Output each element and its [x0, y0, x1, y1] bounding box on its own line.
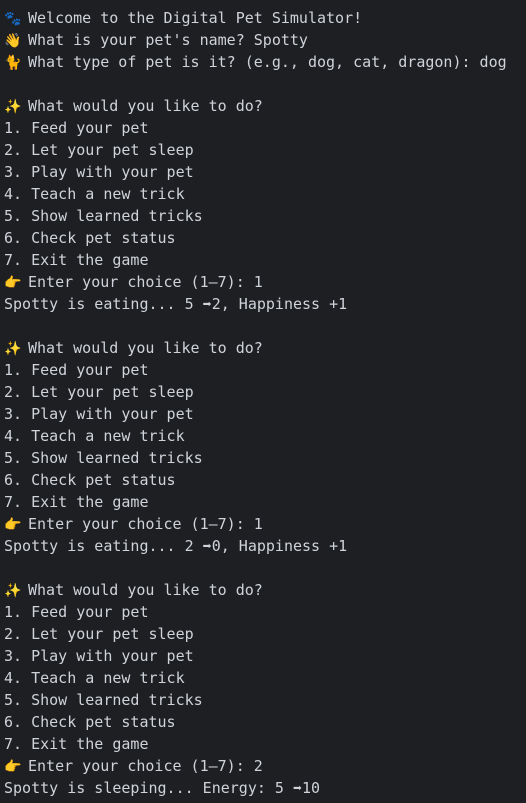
sparkles-icon: ✨	[4, 99, 22, 115]
terminal-line-text: Spotty is eating... 2 ➡0, Happiness +1	[4, 537, 348, 555]
terminal-line: 7. Exit the game	[0, 733, 526, 755]
terminal-line-text: 4. Teach a new trick	[4, 427, 185, 445]
terminal-line: 5. Show learned tricks	[0, 689, 526, 711]
terminal-line: ✨ What would you like to do?	[0, 95, 526, 117]
terminal-line: 4. Teach a new trick	[0, 183, 526, 205]
terminal-line-text: Enter your choice (1–7): 2	[28, 757, 263, 775]
terminal-line-text: 7. Exit the game	[4, 735, 149, 753]
terminal-line-text: 4. Teach a new trick	[4, 669, 185, 687]
terminal-line-text: 3. Play with your pet	[4, 405, 194, 423]
terminal-line: 👉 Enter your choice (1–7): 1	[0, 271, 526, 293]
terminal-line-text: 2. Let your pet sleep	[4, 383, 194, 401]
terminal-line: 2. Let your pet sleep	[0, 139, 526, 161]
terminal-line-text: What would you like to do?	[28, 97, 263, 115]
pointing-hand-icon: 👉	[4, 517, 22, 533]
terminal-line: 3. Play with your pet	[0, 403, 526, 425]
terminal-line-text: 3. Play with your pet	[4, 163, 194, 181]
terminal-line: 1. Feed your pet	[0, 601, 526, 623]
sparkles-icon: ✨	[4, 583, 22, 599]
terminal-line: 6. Check pet status	[0, 469, 526, 491]
terminal-line: 5. Show learned tricks	[0, 447, 526, 469]
terminal-line-text: What would you like to do?	[28, 581, 263, 599]
terminal-line: Spotty is sleeping... Energy: 5 ➡10	[0, 777, 526, 799]
terminal-line-text: 5. Show learned tricks	[4, 691, 203, 709]
terminal-line-text: What is your pet's name? Spotty	[28, 31, 308, 49]
terminal-line-text: 5. Show learned tricks	[4, 449, 203, 467]
terminal-line-text: 4. Teach a new trick	[4, 185, 185, 203]
waving-hand-icon: 👋	[4, 33, 22, 49]
terminal-line: 7. Exit the game	[0, 249, 526, 271]
pointing-hand-icon: 👉	[4, 759, 22, 775]
terminal-line: ✨ What would you like to do?	[0, 579, 526, 601]
terminal-line: 4. Teach a new trick	[0, 667, 526, 689]
terminal-line-text: 6. Check pet status	[4, 471, 176, 489]
terminal-line-text: Enter your choice (1–7): 1	[28, 273, 263, 291]
terminal-line: 3. Play with your pet	[0, 161, 526, 183]
terminal-line-text: 5. Show learned tricks	[4, 207, 203, 225]
terminal-line: 2. Let your pet sleep	[0, 381, 526, 403]
terminal-line-text: Enter your choice (1–7): 1	[28, 515, 263, 533]
terminal-line: 1. Feed your pet	[0, 117, 526, 139]
terminal-line-text: 6. Check pet status	[4, 229, 176, 247]
terminal-line: Spotty is eating... 2 ➡0, Happiness +1	[0, 535, 526, 557]
terminal-line: 7. Exit the game	[0, 491, 526, 513]
terminal-line-text: 1. Feed your pet	[4, 119, 149, 137]
terminal-line: 🐾 Welcome to the Digital Pet Simulator!	[0, 7, 526, 29]
terminal-line-text: Spotty is sleeping... Energy: 5 ➡10	[4, 779, 321, 797]
paw-icon: 🐾	[4, 11, 22, 27]
cat-icon: 🐈	[4, 55, 22, 71]
terminal-line: ✨ What would you like to do?	[0, 337, 526, 359]
terminal-line: 🐈 What type of pet is it? (e.g., dog, cat…	[0, 51, 526, 73]
terminal-line-text: 7. Exit the game	[4, 493, 149, 511]
terminal-line: 6. Check pet status	[0, 227, 526, 249]
pointing-hand-icon: 👉	[4, 275, 22, 291]
terminal-line: 4. Teach a new trick	[0, 425, 526, 447]
terminal-line: 2. Let your pet sleep	[0, 623, 526, 645]
terminal-line: 1. Feed your pet	[0, 359, 526, 381]
terminal-line-text: 2. Let your pet sleep	[4, 141, 194, 159]
sparkles-icon: ✨	[4, 341, 22, 357]
terminal-line-text: Spotty is eating... 5 ➡2, Happiness +1	[4, 295, 348, 313]
terminal-line: 3. Play with your pet	[0, 645, 526, 667]
terminal-line-text: Welcome to the Digital Pet Simulator!	[28, 9, 363, 27]
terminal-line-text: What type of pet is it? (e.g., dog, cat,…	[28, 53, 507, 71]
terminal-output[interactable]: 🐾 Welcome to the Digital Pet Simulator! 👋 W…	[0, 0, 526, 803]
terminal-line-text: 3. Play with your pet	[4, 647, 194, 665]
terminal-line-text: 1. Feed your pet	[4, 361, 149, 379]
terminal-line: 👉 Enter your choice (1–7): 1	[0, 513, 526, 535]
terminal-line: 👋 What is your pet's name? Spotty	[0, 29, 526, 51]
terminal-line: 5. Show learned tricks	[0, 205, 526, 227]
terminal-line: Spotty is eating... 5 ➡2, Happiness +1	[0, 293, 526, 315]
terminal-line-text: 1. Feed your pet	[4, 603, 149, 621]
terminal-line-text: What would you like to do?	[28, 339, 263, 357]
terminal-line-text: 7. Exit the game	[4, 251, 149, 269]
terminal-line: 6. Check pet status	[0, 711, 526, 733]
terminal-line-text: 2. Let your pet sleep	[4, 625, 194, 643]
terminal-line-text: 6. Check pet status	[4, 713, 176, 731]
terminal-line: 👉 Enter your choice (1–7): 2	[0, 755, 526, 777]
